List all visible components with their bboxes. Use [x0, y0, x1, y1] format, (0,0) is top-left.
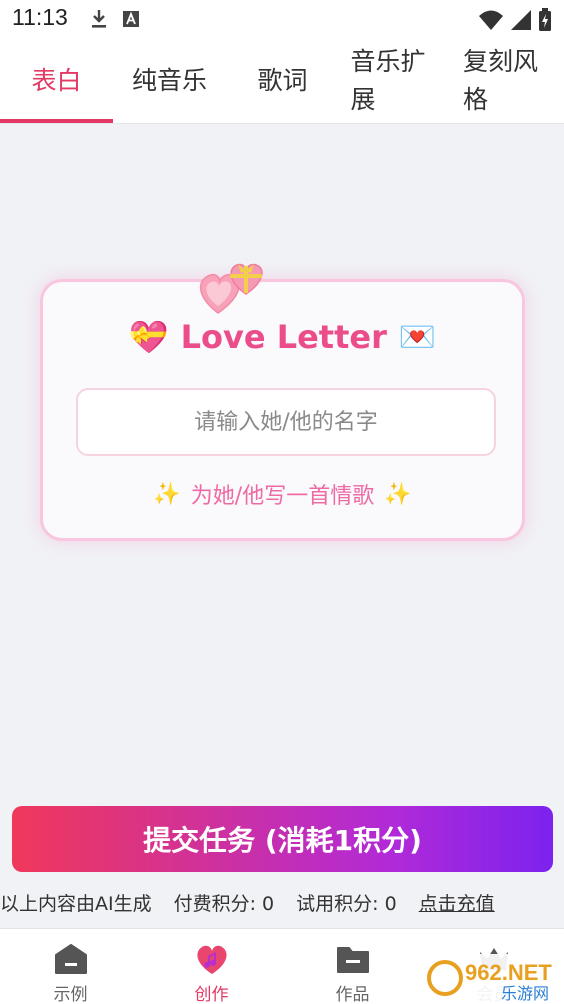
status-bar: 11:13 — [0, 0, 564, 38]
sparkle-icon: ✨ — [153, 481, 181, 507]
status-time: 11:13 — [12, 4, 68, 30]
subtitle-text: 为她/他写一首情歌 — [190, 484, 375, 509]
status-icons-right — [478, 8, 552, 32]
status-icons-left — [90, 8, 140, 30]
floating-hearts-icon — [196, 258, 276, 318]
love-letter-icon: 💌 — [398, 319, 437, 355]
download-icon — [92, 10, 106, 28]
nav-label: 示例 — [53, 985, 88, 1004]
nav-create[interactable]: 创作 — [141, 929, 282, 1004]
card-subtitle: ✨ 为她/他写一首情歌 ✨ — [43, 478, 522, 510]
tab-replicate-style[interactable]: 复刻风格 — [452, 38, 564, 124]
tab-label: 音乐扩展 — [350, 47, 426, 114]
tab-lyrics[interactable]: 歌词 — [226, 38, 339, 124]
nav-label: 作品 — [335, 985, 370, 1004]
battery-icon — [539, 8, 551, 31]
tab-label: 歌词 — [257, 66, 308, 95]
recharge-link[interactable]: 点击充值 — [419, 889, 495, 916]
name-input[interactable] — [76, 388, 496, 456]
folder-icon — [335, 941, 371, 976]
card-title: 💝 Love Letter 💌 — [43, 318, 522, 356]
site-watermark: 962.NET 乐游网 — [425, 950, 564, 1004]
home-icon — [53, 941, 89, 976]
watermark-line1: 962.NET — [465, 960, 552, 985]
tab-label: 纯音乐 — [131, 66, 207, 95]
tab-music-extension[interactable]: 音乐扩展 — [339, 38, 452, 124]
submit-task-button[interactable]: 提交任务 (消耗1积分) — [12, 806, 553, 872]
nav-examples[interactable]: 示例 — [0, 929, 141, 1004]
wifi-icon — [479, 10, 503, 30]
tab-confession[interactable]: 表白 — [0, 38, 113, 124]
nav-works[interactable]: 作品 — [282, 929, 423, 1004]
tab-indicator — [0, 119, 113, 123]
heart-icon — [194, 941, 230, 976]
tab-pure-music[interactable]: 纯音乐 — [113, 38, 226, 124]
sparkle-icon: ✨ — [384, 481, 412, 507]
tab-bar: 表白 纯音乐 歌词 音乐扩展 复刻风格 — [0, 38, 564, 124]
love-letter-card: 💝 Love Letter 💌 ✨ 为她/他写一首情歌 ✨ — [40, 279, 525, 541]
heart-gift-icon: 💝 — [128, 318, 169, 356]
ai-notice: 以上内容由AI生成 — [0, 892, 152, 915]
tab-label: 复刻风格 — [463, 47, 539, 114]
signal-icon — [511, 10, 531, 30]
watermark-line2: 乐游网 — [501, 984, 549, 1003]
tab-label: 表白 — [31, 66, 82, 95]
nav-label: 创作 — [194, 985, 229, 1004]
paid-points: 付费积分: 0 — [173, 892, 275, 915]
trial-points: 试用积分: 0 — [296, 892, 397, 915]
points-info-bar: 以上内容由AI生成 付费积分: 0 试用积分: 0 点击充值 — [0, 886, 564, 918]
a-badge-icon — [123, 11, 139, 27]
card-title-text: Love Letter — [180, 318, 387, 356]
